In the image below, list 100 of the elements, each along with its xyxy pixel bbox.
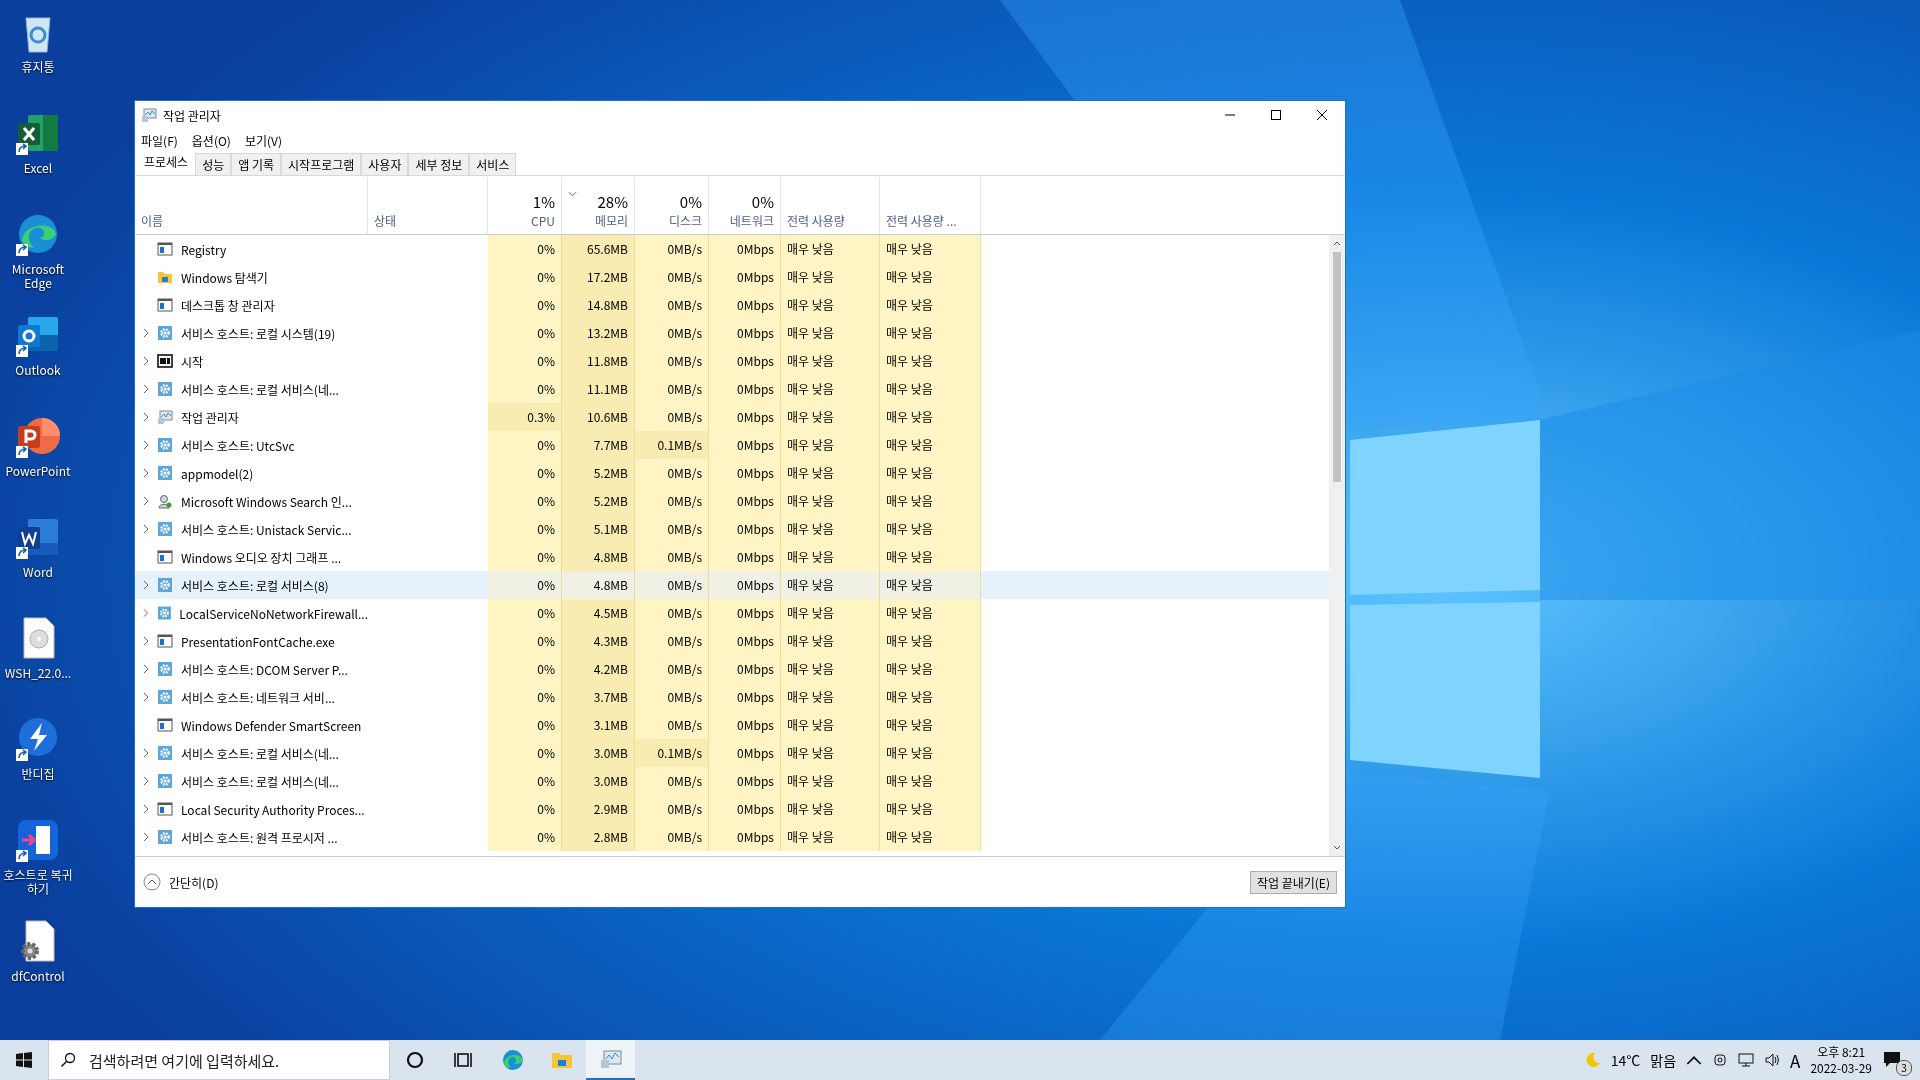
process-row[interactable]: PresentationFontCache.exe 0% 4.3MB 0MB/s 0Mbps 매우 낮음 매우 낮음: [135, 627, 1329, 655]
process-row[interactable]: LocalServiceNoNetworkFirewall... 0% 4.5MB 0MB/s 0Mbps 매우 낮음 매우 낮음: [135, 599, 1329, 627]
process-row[interactable]: 서비스 호스트: UtcSvc 0% 7.7MB 0.1MB/s 0Mbps 매우 낮음 매우 낮음: [135, 431, 1329, 459]
desktop-shortcut[interactable]: WSH_22.0...: [0, 608, 76, 708]
expand-chevron-icon[interactable]: [143, 804, 149, 814]
expand-chevron-icon[interactable]: [143, 356, 149, 366]
expand-chevron-icon[interactable]: [143, 384, 149, 394]
tab[interactable]: 사용자: [361, 153, 409, 175]
notification-button[interactable]: 3: [1882, 1046, 1910, 1074]
table-cell: 0MB/s: [635, 543, 709, 571]
table-cell: 0.1MB/s: [635, 431, 709, 459]
process-row[interactable]: 서비스 호스트: 로컬 서비스(네... 0% 3.0MB 0MB/s 0Mbps 매우 낮음 매우 낮음: [135, 767, 1329, 795]
expand-chevron-icon[interactable]: [143, 496, 149, 506]
process-row[interactable]: Registry 0% 65.6MB 0MB/s 0Mbps 매우 낮음 매우 낮음: [135, 235, 1329, 263]
desktop-shortcut[interactable]: dfControl: [0, 911, 76, 1011]
desktop-shortcut[interactable]: Microsoft Edge: [0, 204, 76, 304]
table-cell: 0MB/s: [635, 347, 709, 375]
gear-icon: [157, 521, 173, 537]
column-header[interactable]: 1% CPU: [488, 177, 562, 234]
expand-chevron-icon[interactable]: [143, 832, 149, 842]
column-header[interactable]: 전력 사용량: [781, 177, 880, 234]
desktop-shortcut[interactable]: 휴지통: [0, 2, 76, 102]
table-cell: 0Mbps: [709, 823, 781, 851]
expand-chevron-icon[interactable]: [143, 328, 149, 338]
end-task-button[interactable]: 작업 끝내기(E): [1249, 870, 1337, 894]
message-icon: [1882, 1049, 1902, 1069]
process-row[interactable]: Windows 오디오 장치 그래프 ... 0% 4.8MB 0MB/s 0Mbps 매우 낮음 매우 낮음: [135, 543, 1329, 571]
desktop-shortcut[interactable]: 호스트로 복귀하기: [0, 810, 76, 910]
table-cell: 매우 낮음: [880, 375, 981, 403]
scroll-thumb[interactable]: [1333, 252, 1341, 482]
scroll-up-icon[interactable]: [1333, 241, 1341, 246]
table-cell: 매우 낮음: [781, 263, 880, 291]
table-cell: 2.9MB: [562, 795, 635, 823]
expand-chevron-icon[interactable]: [143, 524, 149, 534]
process-row[interactable]: 시작 0% 11.8MB 0MB/s 0Mbps 매우 낮음 매우 낮음: [135, 347, 1329, 375]
expand-chevron-icon[interactable]: [143, 580, 149, 590]
process-row[interactable]: 서비스 호스트: 로컬 서비스(네... 0% 11.1MB 0MB/s 0Mbps 매우 낮음 매우 낮음: [135, 375, 1329, 403]
process-row[interactable]: Windows Defender SmartScreen 0% 3.1MB 0MB/s 0Mbps 매우 낮음 매우 낮음: [135, 711, 1329, 739]
menu-item[interactable]: 보기(V): [244, 131, 283, 149]
shortcut-label: Outlook: [15, 363, 61, 377]
desktop-shortcut[interactable]: Word: [0, 507, 76, 607]
process-row[interactable]: Windows 탐색기 0% 17.2MB 0MB/s 0Mbps 매우 낮음 매우 낮음: [135, 263, 1329, 291]
menu-item[interactable]: 옵션(O): [191, 131, 231, 149]
volume-icon[interactable]: [1764, 1052, 1781, 1068]
column-header[interactable]: 상태: [368, 177, 488, 234]
tab[interactable]: 서비스: [469, 153, 517, 175]
camera-icon[interactable]: [1712, 1052, 1729, 1068]
expand-chevron-icon[interactable]: [143, 692, 149, 702]
network-icon[interactable]: [1738, 1052, 1755, 1068]
expand-chevron-icon[interactable]: [143, 664, 149, 674]
process-row[interactable]: 서비스 호스트: 원격 프로시저 ... 0% 2.8MB 0MB/s 0Mbps 매우 낮음 매우 낮음: [135, 823, 1329, 851]
input-mode-indicator[interactable]: A: [1790, 1047, 1801, 1073]
time: 오후 8:21: [1817, 1044, 1866, 1060]
process-row[interactable]: 서비스 호스트: 네트워크 서비... 0% 3.7MB 0MB/s 0Mbps 매우 낮음 매우 낮음: [135, 683, 1329, 711]
process-row[interactable]: 서비스 호스트: 로컬 서비스(네... 0% 3.0MB 0.1MB/s 0Mbps 매우 낮음 매우 낮음: [135, 739, 1329, 767]
process-row[interactable]: 서비스 호스트: DCOM Server P... 0% 4.2MB 0MB/s 0Mbps 매우 낮음 매우 낮음: [135, 655, 1329, 683]
expand-chevron-icon[interactable]: [143, 468, 149, 478]
expand-chevron-icon[interactable]: [143, 748, 149, 758]
column-header[interactable]: 전력 사용량 ...: [880, 177, 981, 234]
desktop-shortcut[interactable]: PowerPoint: [0, 406, 76, 506]
table-cell: 매우 낮음: [880, 403, 981, 431]
scroll-down-icon[interactable]: [1333, 845, 1341, 850]
tab[interactable]: 시작프로그램: [281, 153, 362, 175]
column-label: 디스크: [668, 212, 702, 229]
tab[interactable]: 세부 정보: [408, 153, 470, 175]
process-row[interactable]: appmodel(2) 0% 5.2MB 0MB/s 0Mbps 매우 낮음 매우 낮음: [135, 459, 1329, 487]
column-header[interactable]: 0% 네트워크: [709, 177, 781, 234]
process-row[interactable]: Microsoft Windows Search 인... 0% 5.2MB 0MB/s 0Mbps 매우 낮음 매우 낮음: [135, 487, 1329, 515]
process-row[interactable]: 서비스 호스트: 로컬 서비스(8) 0% 4.8MB 0MB/s 0Mbps 매우 낮음 매우 낮음: [135, 571, 1329, 599]
search-field[interactable]: 검색하려면 여기에 입력하세요.: [48, 1040, 390, 1080]
process-row[interactable]: 서비스 호스트: 로컬 시스템(19) 0% 13.2MB 0MB/s 0Mbps 매우 낮음 매우 낮음: [135, 319, 1329, 347]
table-cell: 11.8MB: [562, 347, 635, 375]
scrollbar[interactable]: [1329, 235, 1345, 856]
column-header[interactable]: 0% 디스크: [635, 177, 709, 234]
table-cell: 매우 낮음: [781, 515, 880, 543]
process-row[interactable]: 데스크톱 창 관리자 0% 14.8MB 0MB/s 0Mbps 매우 낮음 매우 낮음: [135, 291, 1329, 319]
table-cell: 4.8MB: [562, 543, 635, 571]
gear-icon: [157, 381, 173, 397]
process-row[interactable]: 작업 관리자 0.3% 10.6MB 0MB/s 0Mbps 매우 낮음 매우 낮음: [135, 403, 1329, 431]
column-header[interactable]: 이름: [135, 177, 368, 234]
expand-chevron-icon[interactable]: [143, 636, 149, 646]
tab[interactable]: 앱 기록: [231, 153, 282, 175]
expand-chevron-icon[interactable]: [143, 440, 149, 450]
desktop-shortcut[interactable]: 반디집: [0, 709, 76, 809]
shortcut-label: 휴지통: [21, 60, 55, 74]
table-cell: 0Mbps: [709, 571, 781, 599]
column-header[interactable]: 28% 메모리: [562, 177, 635, 234]
menu-item[interactable]: 파일(F): [141, 131, 178, 149]
desktop-shortcut[interactable]: Outlook: [0, 305, 76, 405]
collapse-button[interactable]: 간단히(D): [143, 873, 219, 891]
tab[interactable]: 성능: [195, 153, 232, 175]
process-name: 데스크톱 창 관리자: [181, 296, 275, 314]
expand-chevron-icon[interactable]: [143, 776, 149, 786]
expand-chevron-icon[interactable]: [143, 412, 149, 422]
table-cell: 14.8MB: [562, 291, 635, 319]
process-row[interactable]: Local Security Authority Proces... 0% 2.9MB 0MB/s 0Mbps 매우 낮음 매우 낮음: [135, 795, 1329, 823]
desktop-shortcut[interactable]: Excel: [0, 103, 76, 203]
process-row[interactable]: 서비스 호스트: Unistack Servic... 0% 5.1MB 0MB/s 0Mbps 매우 낮음 매우 낮음: [135, 515, 1329, 543]
gear-icon: [157, 829, 173, 845]
clock[interactable]: 오후 8:21 2022-03-29: [1810, 1044, 1872, 1076]
